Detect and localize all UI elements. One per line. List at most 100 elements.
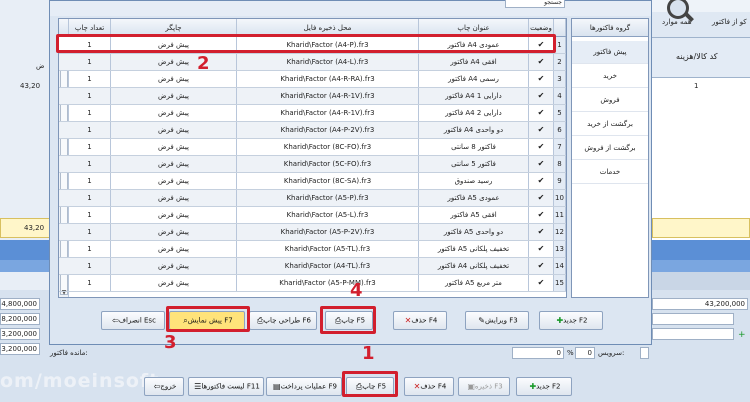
bottom-left-value-3[interactable]: 3,200,000 [0,328,40,340]
table-row[interactable]: 1 پیش فرض Kharid\Factor (A4-R-1V).fr3 فاکتو… [59,88,566,105]
status-checkbox[interactable]: ✔ [529,207,554,223]
status-checkbox[interactable]: ✔ [529,275,554,291]
edit-icon: ✎ [478,316,485,325]
bottom-new-button[interactable]: ✚جدید F2 [516,377,572,396]
cell-title: فاکتور A4 دارایی 2 [419,105,529,121]
bottom-left-value-4[interactable]: 3,200,000 [0,343,40,355]
cell-copies: 1 [69,88,111,104]
bottom-save-button[interactable]: ▣ذخیره F3 [458,377,510,396]
checkmark-icon: ✔ [537,142,545,151]
cell-path: Kharid\Factor (A5-P-MM).fr3 [237,275,419,291]
table-row[interactable]: 1 پیش فرض Kharid\Factor (8C-FO).fr3 فاکتور … [59,139,566,156]
status-checkbox[interactable]: ✔ [529,156,554,172]
bottom-left-value-2[interactable]: 8,200,000 [0,313,40,325]
cell-printer: پیش فرض [111,122,237,138]
bottom-delete-button[interactable]: ✕حذف F4 [404,377,454,396]
cell-title: رسید صندوق [419,173,529,189]
cell-num: 7 [554,139,566,155]
bottom-left-value-1[interactable]: 4,800,000 [0,298,40,310]
status-checkbox[interactable]: ✔ [529,258,554,274]
table-row[interactable]: 1 پیش فرض Kharid\Factor (A5-P-2V).fr3 فاکتو… [59,224,566,241]
cell-copies: 1 [69,258,111,274]
group-item-purchase-return[interactable]: برگشت از خرید [572,113,648,136]
cell-path: Kharid\Factor (A4-TL).fr3 [237,258,419,274]
cell-path: Kharid\Factor (A4-R-RA).fr3 [237,71,419,87]
cell-title: فاکتور A4 دو واحدی [419,122,529,138]
highlight-frame-3 [166,306,250,332]
invoice-list-button[interactable]: ☰لیست فاکتورها F11 [188,377,264,396]
checkmark-icon: ✔ [537,108,545,117]
col-rownum-header [554,19,566,36]
cell-printer: پیش فرض [111,88,237,104]
payment-icon: ▤ [273,382,281,391]
status-checkbox[interactable]: ✔ [529,54,554,70]
status-checkbox[interactable]: ✔ [529,173,554,189]
group-panel-title: گروه فاکتورها [572,19,648,37]
exit-button[interactable]: ⇦خروج [144,377,184,396]
checkmark-icon: ✔ [537,159,545,168]
table-row[interactable]: 1 پیش فرض Kharid\Factor (A4-L).fr3 فاکتور A… [59,54,566,71]
service-label: سرویس: [598,349,625,357]
cell-num: 15 [554,275,566,291]
checkmark-icon: ✔ [537,227,545,236]
table-row[interactable]: 1 پیش فرض Kharid\Factor (A5-L).fr3 فاکتور A… [59,207,566,224]
table-row[interactable]: 1 پیش فرض Kharid\Factor (A5-TL).fr3 فاکتور … [59,241,566,258]
status-checkbox[interactable]: ✔ [529,224,554,240]
table-row[interactable]: 1 پیش فرض Kharid\Factor (A5-P-MM).fr3 فاکتو… [59,275,566,292]
cell-copies: 1 [69,207,111,223]
total-field-2[interactable] [652,313,734,325]
dialog-search-field[interactable]: جستجو [505,0,565,8]
table-row[interactable]: 1 پیش فرض Kharid\Factor (A4-R-RA).fr3 فاکتو… [59,71,566,88]
cell-title: فاکتور A5 عمودی [419,190,529,206]
cell-path: Kharid\Factor (A5-P-2V).fr3 [237,224,419,240]
cell-copies: 1 [69,241,111,257]
cell-num: 6 [554,122,566,138]
cell-title: فاکتور A5 دو واحدی [419,224,529,240]
status-checkbox[interactable]: ✔ [529,122,554,138]
status-checkbox[interactable]: ✔ [529,139,554,155]
cell-printer: پیش فرض [111,54,237,70]
status-checkbox[interactable]: ✔ [529,105,554,121]
dialog-new-label: جدید F2 [563,316,588,325]
dialog-delete-label: حذف F4 [411,316,438,325]
left-header-fragment: ض [36,62,45,70]
payments-button[interactable]: ▤عملیات پرداخت F9 [266,377,342,396]
cell-title: فاکتور A5 تخفیف پلکانی [419,241,529,257]
total-field-3[interactable] [652,328,734,340]
amount-field[interactable]: 0 [512,347,564,359]
status-checkbox[interactable]: ✔ [529,88,554,104]
payments-label: عملیات پرداخت F9 [280,382,337,391]
dialog-edit-button[interactable]: ✎ویرایش F3 [465,311,529,330]
design-button[interactable]: ⎙طراحی چاپ F6 [249,311,317,330]
table-row[interactable]: 1 پیش فرض Kharid\Factor (A4-TL).fr3 فاکتور … [59,258,566,275]
status-checkbox[interactable]: ✔ [529,241,554,257]
cell-path: Kharid\Factor (A4-P-2V).fr3 [237,122,419,138]
table-row[interactable]: 1 پیش فرض Kharid\Factor (5C-FO).fr3 فاکتور … [59,156,566,173]
status-checkbox[interactable]: ✔ [529,71,554,87]
total-amount-field[interactable]: 43,200,000 [652,298,748,310]
cell-path: Kharid\Factor (A5-P).fr3 [237,190,419,206]
add-icon[interactable]: + [738,330,746,340]
group-item-sales[interactable]: فروش [572,89,648,112]
cell-path: Kharid\Factor (A5-L).fr3 [237,207,419,223]
group-item-sales-return[interactable]: برگشت از فروش [572,137,648,160]
table-row[interactable]: 1 پیش فرض Kharid\Factor (A4-P-2V).fr3 فاکتو… [59,122,566,139]
dialog-new-button[interactable]: ✚جدید F2 [539,311,603,330]
table-row[interactable]: 1 پیش فرض Kharid\Factor (A5-P).fr3 فاکتور A… [59,190,566,207]
group-item-prefactor[interactable]: پیش فاکتور [572,41,648,64]
checkmark-icon: ✔ [537,176,545,185]
group-item-services[interactable]: خدمات [572,161,648,184]
table-row[interactable]: 1 پیش فرض Kharid\Factor (A4-R-1V).fr3 فاکتو… [59,105,566,122]
cell-copies: 1 [69,105,111,121]
percent-field[interactable]: 0 [575,347,595,359]
cell-printer: پیش فرض [111,156,237,172]
table-row[interactable]: 1 پیش فرض Kharid\Factor (8C-SA).fr3 رسید صن… [59,173,566,190]
search-icon[interactable] [667,0,689,19]
cancel-button[interactable]: ⇦انصراف Esc [101,311,165,330]
status-checkbox[interactable]: ✔ [529,190,554,206]
cell-title: فاکتور A4 رسمی [419,71,529,87]
service-checkbox[interactable] [640,347,649,359]
dialog-delete-button[interactable]: ✕حذف F4 [393,311,447,330]
highlight-frame-4 [320,306,376,334]
group-item-purchase[interactable]: خرید [572,65,648,88]
